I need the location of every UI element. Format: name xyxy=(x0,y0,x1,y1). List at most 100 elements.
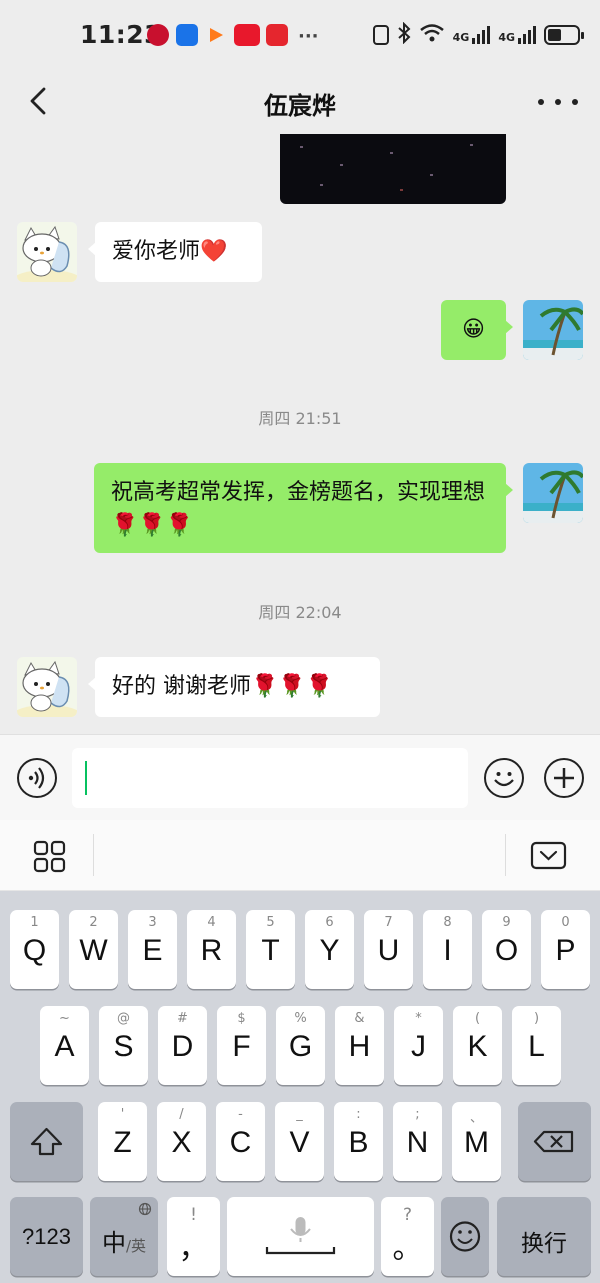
key-secondary-label: ' xyxy=(120,1107,125,1122)
key-label: Y xyxy=(319,934,340,967)
key-m[interactable]: 、 M xyxy=(452,1102,501,1181)
key-secondary-label: / xyxy=(179,1107,184,1122)
key-secondary-label: ; xyxy=(415,1107,420,1122)
message-bubble-incoming[interactable]: 爱你老师❤️ xyxy=(88,222,262,282)
space-key[interactable] xyxy=(227,1197,374,1276)
dot-icon xyxy=(572,99,578,105)
key-label: S xyxy=(113,1030,134,1063)
key-label: F xyxy=(232,1030,251,1063)
key-label: T xyxy=(261,934,280,967)
contact-avatar[interactable] xyxy=(17,222,77,282)
my-avatar[interactable] xyxy=(523,300,583,360)
more-notifications-icon: ··· xyxy=(298,26,319,47)
key-y[interactable]: 6Y xyxy=(305,910,354,989)
key-a[interactable]: ~ A xyxy=(40,1006,89,1085)
key-label: D xyxy=(171,1030,194,1063)
key-r[interactable]: 4R xyxy=(187,910,236,989)
voice-input-button[interactable] xyxy=(17,758,57,798)
key-l[interactable]: ) L xyxy=(512,1006,561,1085)
shift-key[interactable] xyxy=(10,1102,83,1181)
smiley-icon xyxy=(494,772,514,787)
battery-icon xyxy=(544,25,584,45)
key-i[interactable]: 8I xyxy=(423,910,472,989)
keyboard-collapse-icon xyxy=(530,841,567,870)
chat-header: 伍宸烨 xyxy=(0,70,600,134)
comma-key[interactable]: ! ， xyxy=(167,1197,220,1276)
key-label: W xyxy=(79,934,108,967)
period-key-label: 。 xyxy=(392,1232,423,1265)
emoji-button[interactable] xyxy=(484,758,524,798)
message-timestamp: 周四 21:51 xyxy=(258,409,342,428)
message-input[interactable] xyxy=(72,748,468,808)
video-app-icon xyxy=(205,24,227,46)
key-secondary-label: 1 xyxy=(30,915,39,930)
hide-keyboard-button[interactable] xyxy=(530,841,568,871)
wifi-icon xyxy=(419,23,445,47)
message-list[interactable]: 爱你老师❤️ 😀 周四 21:51 祝高考超常发挥，金榜题名，实现理想🌹🌹🌹 周… xyxy=(0,134,600,734)
key-t[interactable]: 5T xyxy=(246,910,295,989)
key-p[interactable]: 0P xyxy=(541,910,590,989)
contact-avatar[interactable] xyxy=(17,657,77,717)
more-options-button[interactable] xyxy=(538,88,578,116)
key-label: C xyxy=(229,1126,252,1159)
key-s[interactable]: @ S xyxy=(99,1006,148,1085)
key-label: R xyxy=(200,934,223,967)
key-e[interactable]: 3E xyxy=(128,910,177,989)
key-n[interactable]: ; N xyxy=(393,1102,442,1181)
key-label: I xyxy=(443,934,452,967)
key-secondary-label: 9 xyxy=(502,915,511,930)
key-g[interactable]: % G xyxy=(276,1006,325,1085)
more-functions-button[interactable] xyxy=(544,758,584,798)
key-secondary-label: 3 xyxy=(148,915,157,930)
key-secondary-label: 5 xyxy=(266,915,275,930)
symbols-key-label: ?123 xyxy=(22,1224,71,1249)
key-label: K xyxy=(467,1030,488,1063)
key-label: O xyxy=(494,934,519,967)
palm-beach-avatar-icon xyxy=(523,300,583,360)
backspace-key[interactable] xyxy=(518,1102,591,1181)
key-w[interactable]: 2W xyxy=(69,910,118,989)
message-text: 爱你老师❤️ xyxy=(112,239,228,264)
my-avatar[interactable] xyxy=(523,463,583,523)
key-v[interactable]: _ V xyxy=(275,1102,324,1181)
keyboard-menu-button[interactable] xyxy=(33,840,67,874)
language-switch-key[interactable]: 中/英 xyxy=(90,1197,158,1276)
key-f[interactable]: $ F xyxy=(217,1006,266,1085)
video-message-thumbnail[interactable] xyxy=(280,134,506,204)
key-secondary-label: 6 xyxy=(325,915,334,930)
key-h[interactable]: & H xyxy=(335,1006,384,1085)
key-q[interactable]: 1Q xyxy=(10,910,59,989)
message-bubble-outgoing[interactable]: 祝高考超常发挥，金榜题名，实现理想🌹🌹🌹 xyxy=(94,463,513,553)
enter-key[interactable]: 换行 xyxy=(497,1197,591,1276)
message-bubble-incoming[interactable]: 好的 谢谢老师🌹🌹🌹 xyxy=(88,657,380,717)
message-timestamp: 周四 22:04 xyxy=(258,603,342,622)
key-secondary-label: * xyxy=(415,1011,422,1026)
backspace-icon xyxy=(533,1130,574,1153)
key-secondary-label: & xyxy=(354,1011,365,1026)
message-bubble-outgoing[interactable]: 😀 xyxy=(441,300,513,360)
metro-app-icon xyxy=(147,24,169,46)
key-j[interactable]: * J xyxy=(394,1006,443,1085)
keyboard: 1Q2W3E4R5T6Y7U8I9O0P ~ A @ S # D $ F% G & H * J(K) L … xyxy=(0,891,600,1283)
period-key-sup: ? xyxy=(402,1205,413,1225)
symbols-key[interactable]: ?123 xyxy=(10,1197,83,1276)
key-k[interactable]: (K xyxy=(453,1006,502,1085)
key-d[interactable]: # D xyxy=(158,1006,207,1085)
emoji-keyboard-key[interactable] xyxy=(441,1197,489,1276)
key-u[interactable]: 7U xyxy=(364,910,413,989)
key-b[interactable]: :B xyxy=(334,1102,383,1181)
key-secondary-label: : xyxy=(356,1107,361,1122)
key-secondary-label: 2 xyxy=(89,915,98,930)
smiley-icon xyxy=(449,1221,481,1252)
key-x[interactable]: / X xyxy=(157,1102,206,1181)
key-o[interactable]: 9O xyxy=(482,910,531,989)
key-z[interactable]: ' Z xyxy=(98,1102,147,1181)
key-c[interactable]: -C xyxy=(216,1102,265,1181)
enter-key-label: 换行 xyxy=(521,1230,567,1256)
period-key[interactable]: ? 。 xyxy=(381,1197,434,1276)
key-secondary-label: 8 xyxy=(443,915,452,930)
key-secondary-label: 、 xyxy=(469,1111,483,1126)
grid-icon xyxy=(33,840,66,873)
key-secondary-label: - xyxy=(238,1107,243,1122)
key-label: H xyxy=(348,1030,371,1063)
